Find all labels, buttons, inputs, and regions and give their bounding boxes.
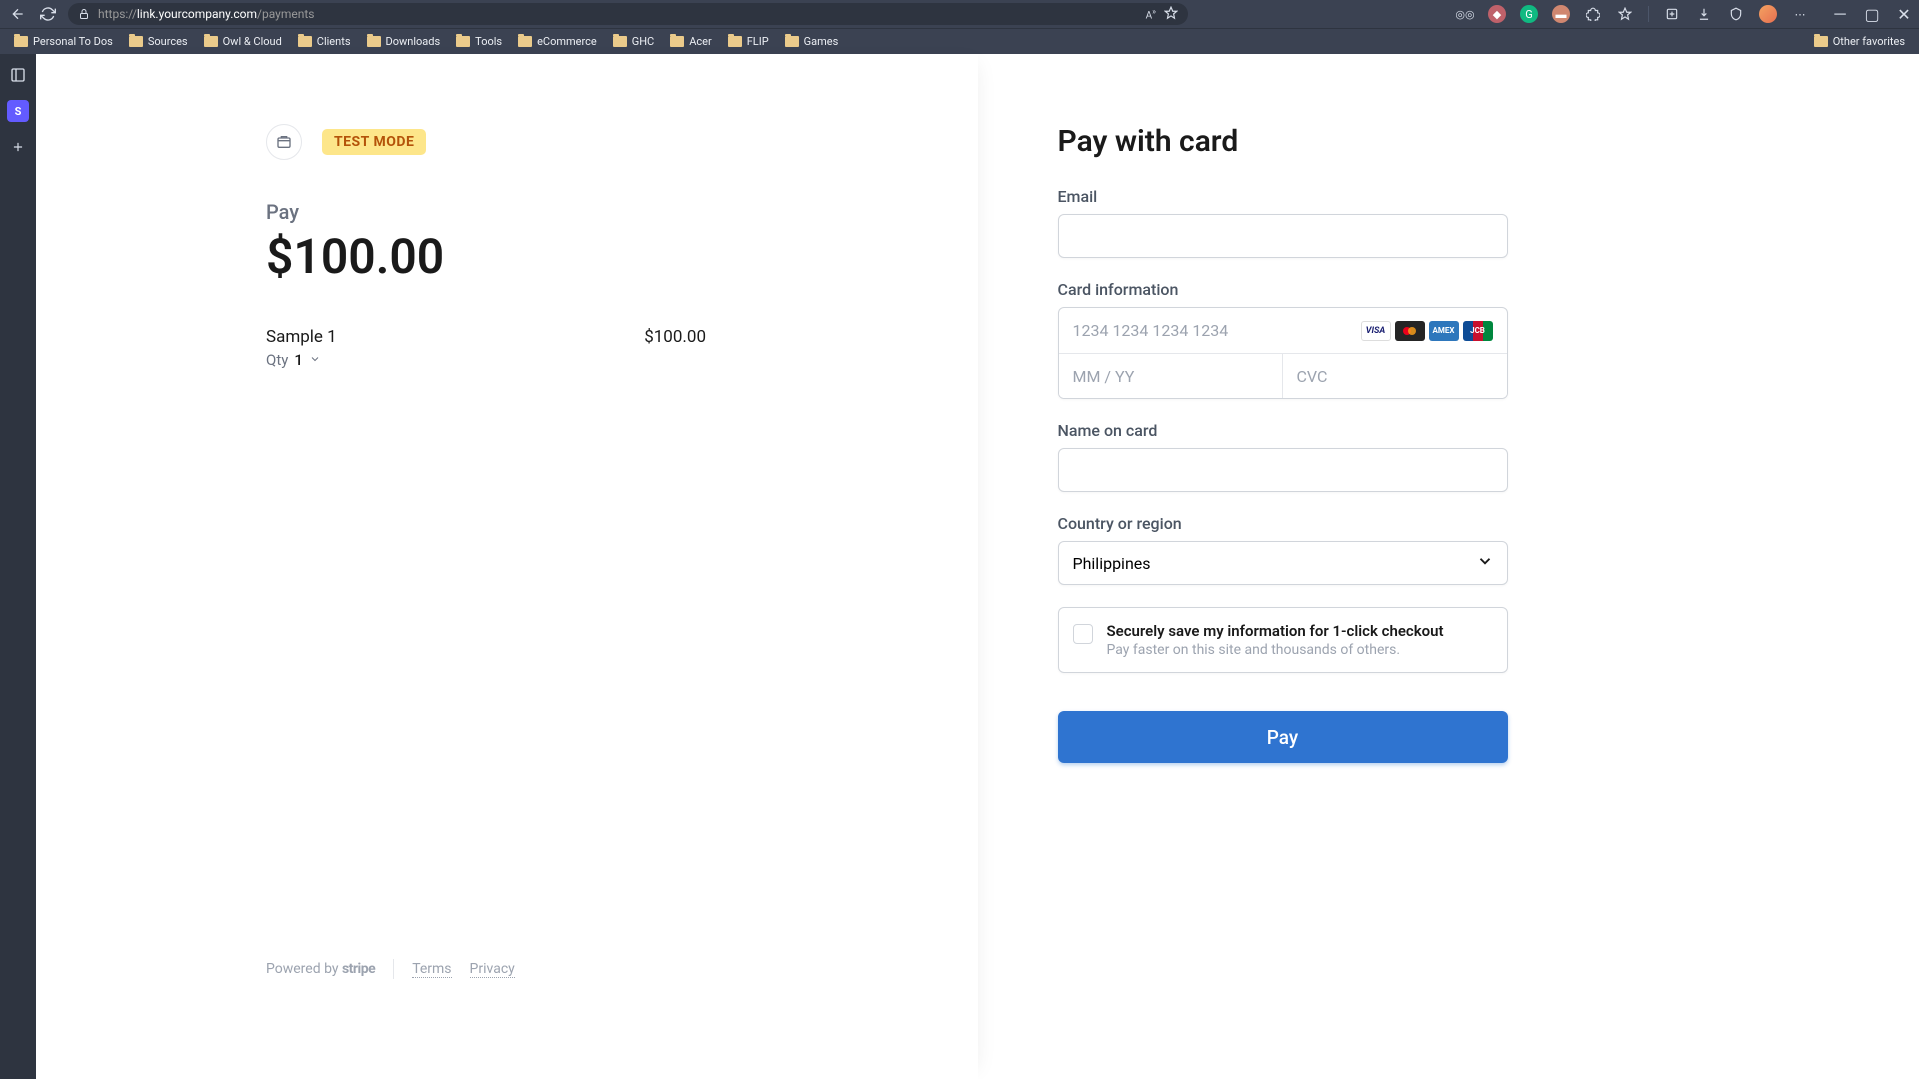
favorites-icon[interactable] bbox=[1616, 5, 1634, 23]
folder-icon bbox=[14, 36, 28, 47]
name-on-card-input[interactable] bbox=[1058, 448, 1508, 492]
sidebar-app-stripe[interactable]: S bbox=[7, 100, 29, 122]
card-field-group: Card information VISA AMEX JCB bbox=[1058, 280, 1508, 399]
browser-action-icons: ◎◎ ◆ G ▬ ⋯ ─ ▢ ✕ bbox=[1456, 4, 1911, 24]
extension-gamepad-icon[interactable]: ◎◎ bbox=[1456, 5, 1474, 23]
order-summary-pane: TEST MODE Pay $100.00 Sample 1 $100.00 Q… bbox=[36, 54, 978, 1079]
country-label: Country or region bbox=[1058, 514, 1508, 533]
folder-icon bbox=[129, 36, 143, 47]
save-info-box[interactable]: Securely save my information for 1-click… bbox=[1058, 607, 1508, 673]
bookmark-folder[interactable]: GHC bbox=[607, 33, 661, 50]
browser-essentials-icon[interactable] bbox=[1727, 5, 1745, 23]
minimize-button[interactable]: ─ bbox=[1833, 4, 1847, 24]
pay-label: Pay bbox=[266, 200, 706, 224]
more-menu-icon[interactable]: ⋯ bbox=[1791, 5, 1809, 23]
maximize-button[interactable]: ▢ bbox=[1865, 4, 1879, 24]
folder-icon bbox=[367, 36, 381, 47]
bookmark-folder[interactable]: Clients bbox=[292, 33, 357, 50]
qty-label: Qty bbox=[266, 351, 288, 369]
card-label: Card information bbox=[1058, 280, 1508, 299]
folder-icon bbox=[613, 36, 627, 47]
quantity-selector[interactable]: Qty 1 bbox=[266, 351, 706, 369]
save-info-subtitle: Pay faster on this site and thousands of… bbox=[1107, 642, 1444, 658]
email-input[interactable] bbox=[1058, 214, 1508, 258]
collections-icon[interactable] bbox=[1663, 5, 1681, 23]
save-info-checkbox[interactable] bbox=[1073, 624, 1093, 644]
folder-icon bbox=[785, 36, 799, 47]
sidebar-toggle-icon[interactable] bbox=[7, 64, 29, 86]
powered-by-text: Powered by stripe bbox=[266, 961, 375, 977]
folder-icon bbox=[670, 36, 684, 47]
bookmark-folder[interactable]: Tools bbox=[450, 33, 508, 50]
checkout-footer: Powered by stripe Terms Privacy bbox=[266, 959, 515, 979]
extension-adblock-icon[interactable]: ◆ bbox=[1488, 5, 1506, 23]
save-info-title: Securely save my information for 1-click… bbox=[1107, 622, 1444, 640]
bookmark-folder[interactable]: Games bbox=[779, 33, 845, 50]
merchant-row: TEST MODE bbox=[266, 124, 706, 160]
email-field-group: Email bbox=[1058, 187, 1508, 258]
card-cvc-input[interactable] bbox=[1283, 354, 1507, 398]
terms-link[interactable]: Terms bbox=[412, 961, 451, 978]
folder-icon bbox=[728, 36, 742, 47]
pay-with-card-title: Pay with card bbox=[1058, 124, 1508, 159]
checkout-page: TEST MODE Pay $100.00 Sample 1 $100.00 Q… bbox=[36, 54, 1919, 1079]
lock-icon bbox=[78, 5, 90, 24]
bookmark-folder[interactable]: Acer bbox=[664, 33, 718, 50]
bookmark-folder[interactable]: Owl & Cloud bbox=[198, 33, 288, 50]
browser-toolbar: https://link.yourcompany.com/payments A»… bbox=[0, 0, 1919, 28]
line-item-price: $100.00 bbox=[644, 327, 706, 347]
folder-icon bbox=[204, 36, 218, 47]
reader-mode-icon[interactable]: A» bbox=[1146, 7, 1156, 21]
chevron-down-icon bbox=[309, 351, 321, 369]
country-field-group: Country or region Philippines bbox=[1058, 514, 1508, 585]
amex-icon: AMEX bbox=[1429, 321, 1459, 341]
folder-icon bbox=[518, 36, 532, 47]
folder-icon bbox=[456, 36, 470, 47]
line-item-name: Sample 1 bbox=[266, 327, 337, 347]
sidebar-add-icon[interactable] bbox=[7, 136, 29, 158]
favorite-icon[interactable] bbox=[1164, 5, 1178, 24]
bookmark-folder[interactable]: Downloads bbox=[361, 33, 447, 50]
email-label: Email bbox=[1058, 187, 1508, 206]
folder-icon bbox=[1814, 36, 1828, 47]
jcb-icon: JCB bbox=[1463, 321, 1493, 341]
total-amount: $100.00 bbox=[266, 228, 706, 285]
close-window-button[interactable]: ✕ bbox=[1897, 4, 1911, 24]
back-button[interactable] bbox=[8, 4, 28, 24]
mastercard-icon bbox=[1395, 321, 1425, 341]
merchant-logo bbox=[266, 124, 302, 160]
url-text: https://link.yourcompany.com/payments bbox=[98, 7, 314, 21]
privacy-link[interactable]: Privacy bbox=[470, 961, 515, 978]
payment-form-pane: Pay with card Email Card information VIS… bbox=[978, 54, 1919, 1079]
card-brands: VISA AMEX JCB bbox=[1361, 321, 1493, 341]
country-select[interactable]: Philippines bbox=[1058, 541, 1508, 585]
profile-avatar[interactable] bbox=[1759, 5, 1777, 23]
visa-icon: VISA bbox=[1361, 321, 1391, 341]
other-favorites[interactable]: Other favorites bbox=[1808, 33, 1911, 50]
pay-button[interactable]: Pay bbox=[1058, 711, 1508, 763]
bookmark-folder[interactable]: Personal To Dos bbox=[8, 33, 119, 50]
extension-grammarly-icon[interactable]: G bbox=[1520, 5, 1538, 23]
extensions-icon[interactable] bbox=[1584, 5, 1602, 23]
reload-button[interactable] bbox=[38, 4, 58, 24]
card-expiry-input[interactable] bbox=[1059, 354, 1283, 398]
bookmark-folder[interactable]: Sources bbox=[123, 33, 194, 50]
extension-wallet-icon[interactable]: ▬ bbox=[1552, 5, 1570, 23]
card-number-input[interactable] bbox=[1073, 308, 1361, 353]
vertical-sidebar: S bbox=[0, 54, 36, 1079]
downloads-icon[interactable] bbox=[1695, 5, 1713, 23]
bookmark-folder[interactable]: eCommerce bbox=[512, 33, 603, 50]
name-label: Name on card bbox=[1058, 421, 1508, 440]
folder-icon bbox=[298, 36, 312, 47]
name-field-group: Name on card bbox=[1058, 421, 1508, 492]
divider bbox=[393, 959, 394, 979]
bookmark-folder[interactable]: FLIP bbox=[722, 33, 775, 50]
bookmark-bar: Personal To Dos Sources Owl & Cloud Clie… bbox=[0, 28, 1919, 54]
qty-value: 1 bbox=[294, 351, 303, 369]
card-box: VISA AMEX JCB bbox=[1058, 307, 1508, 399]
line-item: Sample 1 $100.00 bbox=[266, 327, 706, 347]
test-mode-badge: TEST MODE bbox=[322, 129, 426, 155]
address-bar[interactable]: https://link.yourcompany.com/payments A» bbox=[68, 3, 1188, 25]
